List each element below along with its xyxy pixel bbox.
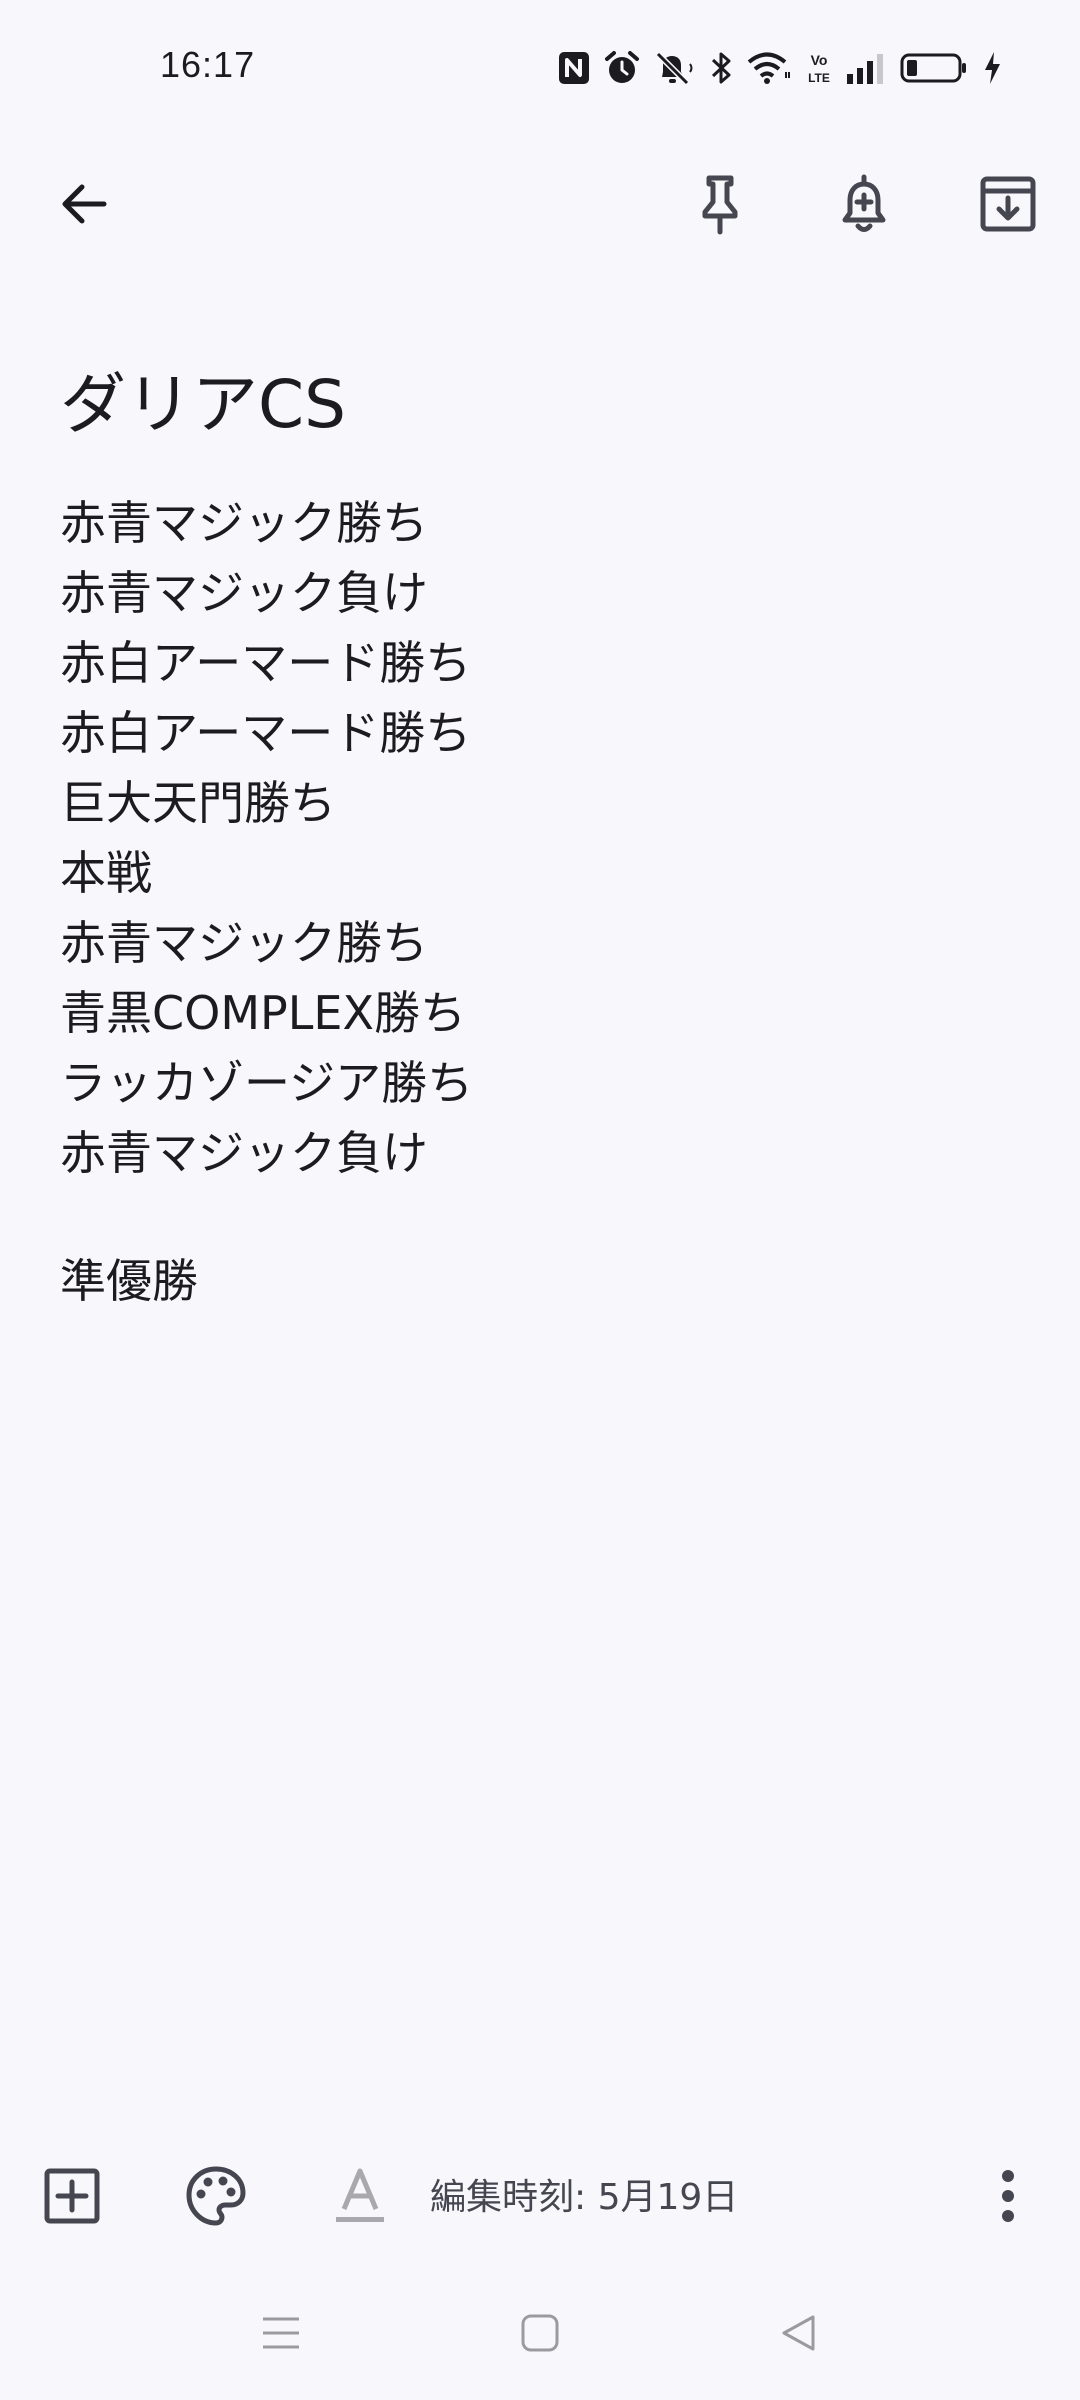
text-format-icon <box>332 2165 388 2231</box>
note-line: 赤青マジック負け <box>60 566 428 620</box>
add-content-button[interactable] <box>32 2158 112 2238</box>
reminder-bell-icon <box>836 172 892 240</box>
battery-icon <box>900 50 968 86</box>
status-bar: 16:17 Vo LTE <box>0 0 1080 138</box>
add-box-icon <box>43 2167 101 2229</box>
archive-icon <box>978 174 1038 238</box>
archive-button[interactable] <box>968 166 1048 246</box>
svg-text:LTE: LTE <box>808 71 830 85</box>
charging-icon <box>982 50 1002 86</box>
more-options-button[interactable] <box>968 2158 1048 2238</box>
note-line: 赤青マジック負け <box>60 1126 428 1180</box>
nav-back-button[interactable] <box>754 2290 844 2380</box>
wifi-icon <box>746 50 792 86</box>
signal-icon <box>846 50 886 86</box>
note-footer-line: 準優勝 <box>60 1254 198 1308</box>
reminder-button[interactable] <box>824 166 904 246</box>
back-button[interactable] <box>44 166 124 246</box>
nav-home-button[interactable] <box>495 2290 585 2380</box>
note-line: 赤青マジック勝ち <box>60 916 428 970</box>
top-app-bar <box>0 150 1080 262</box>
note-line: 赤白アーマード勝ち <box>60 706 472 760</box>
volte-icon: Vo LTE <box>806 50 832 86</box>
palette-icon <box>185 2165 247 2231</box>
alarm-icon <box>604 50 640 86</box>
menu-lines-icon <box>261 2313 301 2357</box>
note-line: 巨大天門勝ち <box>60 776 336 830</box>
home-square-icon <box>520 2313 560 2357</box>
color-palette-button[interactable] <box>176 2158 256 2238</box>
status-icons: Vo LTE <box>558 48 1002 88</box>
last-edited-label: 編集時刻: 5月19日 <box>430 2177 739 2218</box>
pin-button[interactable] <box>680 166 760 246</box>
more-vert-icon <box>998 2168 1018 2228</box>
note-line: 赤青マジック勝ち <box>60 496 428 550</box>
status-time: 16:17 <box>160 44 256 85</box>
note-line: ラッカゾージア勝ち <box>60 1056 474 1110</box>
note-blank-line <box>60 1188 1020 1246</box>
back-triangle-icon <box>779 2313 819 2357</box>
nfc-icon <box>558 51 590 85</box>
bluetooth-icon <box>710 50 732 86</box>
mute-icon <box>654 50 696 86</box>
bottom-toolbar: 編集時刻: 5月19日 <box>0 2150 1080 2246</box>
system-navigation-bar <box>0 2290 1080 2400</box>
note-line: 青黒COMPLEX勝ち <box>60 986 466 1040</box>
back-arrow-icon <box>56 176 112 236</box>
note-line: 本戦 <box>60 846 152 900</box>
note-title[interactable]: ダリアCS <box>60 360 346 450</box>
nav-recents-button[interactable] <box>236 2290 326 2380</box>
note-line: 赤白アーマード勝ち <box>60 636 472 690</box>
text-format-button[interactable] <box>320 2158 400 2238</box>
svg-text:Vo: Vo <box>811 52 828 68</box>
pin-icon <box>692 172 748 240</box>
note-body[interactable]: 赤青マジック勝ち 赤青マジック負け 赤白アーマード勝ち 赤白アーマード勝ち 巨大… <box>60 488 1020 1316</box>
